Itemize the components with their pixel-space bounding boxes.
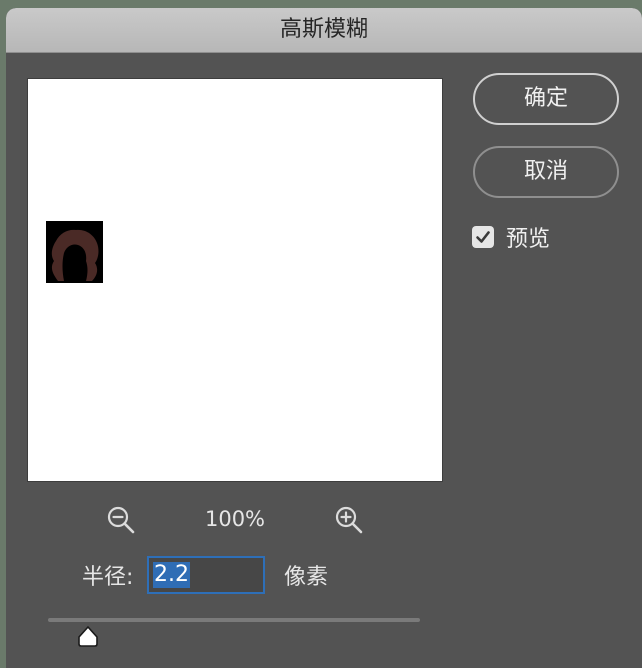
gaussian-blur-dialog: 高斯模糊 确定 取消 预览 100% 半径: 2.2 像素 bbox=[6, 8, 642, 668]
zoom-in-icon[interactable] bbox=[334, 505, 364, 535]
cancel-button[interactable]: 取消 bbox=[473, 146, 619, 198]
zoom-out-icon[interactable] bbox=[106, 505, 136, 535]
preview-label: 预览 bbox=[506, 227, 551, 252]
preview-image bbox=[46, 221, 103, 283]
preview-checkbox[interactable] bbox=[472, 226, 494, 248]
hair-silhouette-icon bbox=[51, 229, 99, 281]
ok-button[interactable]: 确定 bbox=[473, 73, 619, 125]
dialog-title: 高斯模糊 bbox=[279, 17, 368, 42]
radius-slider-thumb[interactable] bbox=[76, 624, 100, 648]
radius-input[interactable]: 2.2 bbox=[147, 556, 265, 594]
radius-label: 半径: bbox=[82, 565, 134, 590]
dialog-titlebar[interactable]: 高斯模糊 bbox=[6, 8, 642, 53]
radius-value[interactable]: 2.2 bbox=[153, 562, 190, 588]
radius-unit: 像素 bbox=[284, 565, 329, 590]
slider-handle-icon bbox=[78, 626, 98, 647]
radius-slider-track[interactable] bbox=[48, 618, 420, 622]
checkmark-icon bbox=[476, 231, 490, 243]
preview-toggle[interactable]: 预览 bbox=[472, 223, 551, 252]
zoom-level: 100% bbox=[204, 507, 266, 531]
preview-area[interactable] bbox=[27, 78, 443, 482]
